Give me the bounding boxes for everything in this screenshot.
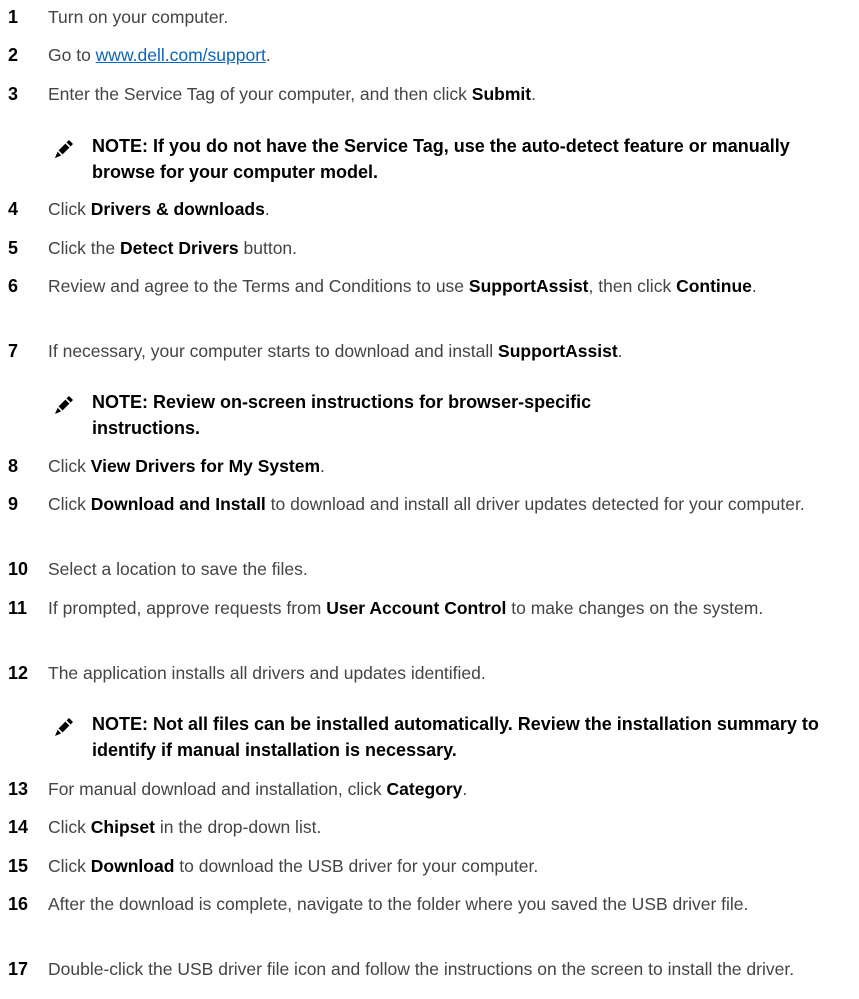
step-text: If necessary, your computer starts to do… [48,338,849,364]
pencil-note-icon [55,718,73,736]
text-run: . [264,199,270,219]
text-run: to download the USB driver for your comp… [174,856,539,876]
step-text: Click Drivers & downloads. [48,196,849,222]
step-text: Click View Drivers for My System. [48,453,849,479]
step-number: 1 [8,7,19,27]
step-text: Review and agree to the Terms and Condit… [48,273,849,299]
text-run: Enter the Service Tag of your computer, … [48,84,472,104]
bold-term: SupportAssist [498,341,618,361]
text-run: button. [238,238,298,258]
text-run: . [320,456,325,476]
bold-term: SupportAssist [468,276,589,296]
instructions-page: 1 Turn on your computer. 2 Go to www.del… [0,0,859,999]
step-number: 2 [8,45,19,65]
bold-term: View Drivers for My System [90,456,321,476]
step-text: Double-click the USB driver file icon an… [48,956,837,982]
pencil-note-icon [55,396,73,414]
text-run: to make changes on the system. [506,598,764,618]
text-run: . [265,45,271,65]
step-text: Select a location to save the files. [48,556,849,582]
note-text: NOTE: If you do not have the Service Tag… [92,136,790,182]
step-number: 16 [8,894,29,914]
text-run: Select a location to save the files. [48,559,308,579]
text-run: For manual download and installation, cl… [48,779,387,799]
step-text: Click the Detect Drivers button. [48,235,849,261]
note-text: NOTE: Not all files can be installed aut… [92,714,819,760]
text-run: Click [48,856,91,876]
bold-term: Category [386,779,463,799]
text-run: After the download is complete, navigate… [48,894,749,914]
text-run: Click the [48,238,120,258]
bold-term: Drivers & downloads [90,199,265,219]
note-3: NOTE: Not all files can be installed aut… [48,711,848,767]
text-run: in the drop-down list. [154,817,322,837]
step-number: 7 [8,341,19,361]
step-number: 8 [8,456,19,476]
bold-term: User Account Control [326,598,507,618]
support-link[interactable]: www.dell.com/support [96,45,266,65]
text-run: Review and agree to the Terms and Condit… [48,276,469,296]
step-text: Click Download and Install to download a… [48,491,849,517]
text-run: If necessary, your computer starts to do… [48,341,499,361]
text-run: Go to [48,45,96,65]
bold-term: Continue [676,276,752,296]
text-run: . [751,276,757,296]
note-2: NOTE: Review on-screen instructions for … [48,389,848,445]
step-number: 15 [8,856,29,876]
bold-term: Submit [471,84,532,104]
step-text: Click Chipset in the drop-down list. [48,814,849,840]
text-run: Click [48,817,91,837]
step-text: Enter the Service Tag of your computer, … [48,81,849,107]
text-run: . [462,779,468,799]
bold-term: Chipset [90,817,155,837]
note-text: NOTE: Review on-screen instructions for … [92,392,592,438]
text-run: , then click [588,276,677,296]
note-1: NOTE: If you do not have the Service Tag… [48,133,848,189]
bold-term: Download and Install [90,494,266,514]
text-run: Click [48,456,91,476]
pencil-note-icon [55,140,73,158]
step-number: 12 [8,663,29,683]
text-run: Click [48,494,91,514]
bold-term: Detect Drivers [119,238,239,258]
text-run: The application installs all drivers and… [48,663,486,683]
step-text: For manual download and installation, cl… [48,776,849,802]
text-run: . [531,84,536,104]
step-number: 4 [8,199,19,219]
step-text: Click Download to download the USB drive… [48,853,849,879]
text-run: Double-click the USB driver file icon an… [48,959,795,979]
text-run: to download and install all driver updat… [265,494,805,514]
step-number: 10 [8,559,29,579]
step-number: 11 [8,598,28,618]
step-text: The application installs all drivers and… [48,660,849,686]
step-text: Turn on your computer. [48,4,849,30]
step-text: Go to www.dell.com/support. [48,42,849,68]
text-run: Turn on your computer. [48,7,229,27]
step-number: 3 [8,84,19,104]
step-number: 14 [8,817,29,837]
step-number: 17 [8,959,29,979]
text-run: . [617,341,623,361]
text-run: Click [48,199,91,219]
bold-term: Download [90,856,175,876]
step-text: After the download is complete, navigate… [48,891,849,917]
step-number: 9 [8,494,19,514]
step-number: 5 [8,238,19,258]
text-run: If prompted, approve requests from [48,598,327,618]
step-number: 6 [8,276,19,296]
step-text: If prompted, approve requests from User … [48,595,849,621]
step-number: 13 [8,779,29,799]
